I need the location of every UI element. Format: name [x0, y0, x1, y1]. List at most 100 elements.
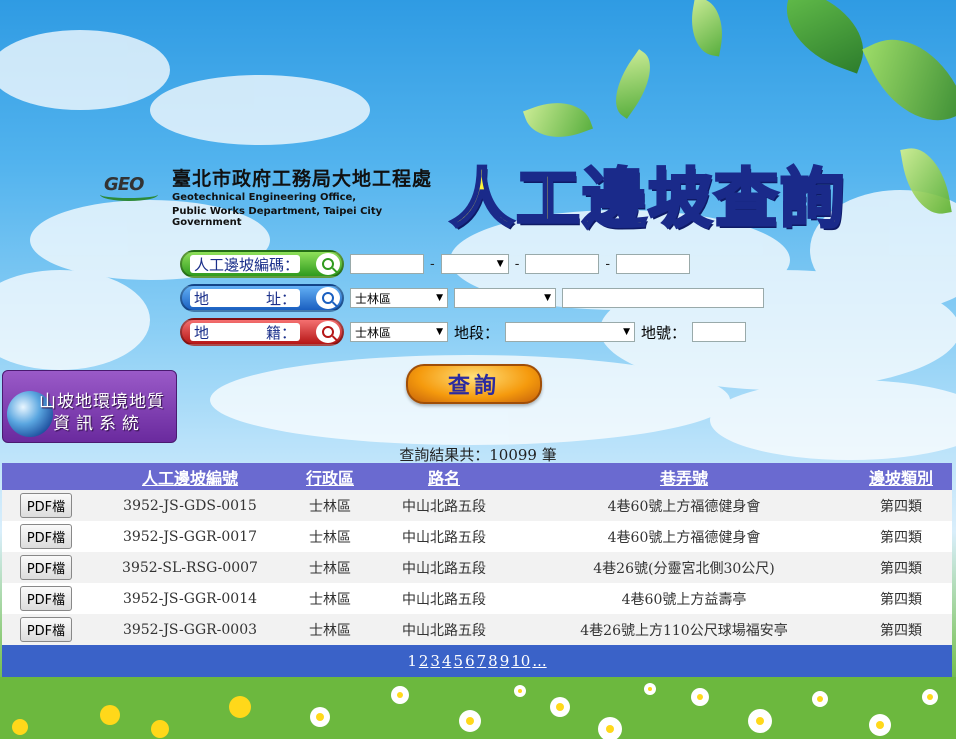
leaf-decoration [685, 0, 729, 57]
cell-lane: 4巷60號上方福德健身會 [607, 498, 761, 515]
code-label: 人工邊坡編碼： [190, 255, 300, 274]
cell-road: 中山北路五段 [402, 591, 486, 608]
magnifier-icon [316, 287, 340, 309]
flower-field-decoration [0, 677, 956, 739]
results-table: 人工邊坡編號 行政區 路名 巷弄號 邊坡類別 PDF檔 3952-JS-GDS-… [2, 463, 952, 677]
address-search-tab[interactable]: 地 址： [180, 284, 344, 312]
table-row: PDF檔 3952-JS-GGR-0003 士林區 中山北路五段 4巷26號上方… [2, 614, 952, 645]
cell-road: 中山北路五段 [402, 529, 486, 546]
cell-category: 第四類 [880, 498, 922, 515]
chevron-down-icon: ▼ [544, 293, 551, 303]
agency-name-en-line1: Geotechnical Engineering Office, [172, 192, 357, 203]
cell-district: 士林區 [309, 622, 351, 639]
address-label: 地 址： [190, 289, 300, 308]
result-count: 查詢結果共：10099 筆 [399, 446, 557, 464]
slope-geology-system-link[interactable]: 山坡地環境地質 資訊系統 [2, 370, 177, 443]
magnifier-icon [316, 321, 340, 343]
cell-road: 中山北路五段 [402, 498, 486, 515]
page-current: 1 [407, 652, 417, 670]
table-row: PDF檔 3952-SL-RSG-0007 士林區 中山北路五段 4巷26號(分… [2, 552, 952, 583]
page-link[interactable]: 7 [477, 652, 487, 670]
land-label-part1: 地 [194, 323, 210, 342]
cell-id: 3952-JS-GDS-0015 [123, 497, 257, 514]
leaf-decoration [862, 19, 956, 141]
pagination: 1 2 3 4 5 6 7 8 9 10 ... [2, 645, 952, 677]
search-by-land-row: 地 籍： 士林區 ▼ 地段： ▼ 地號： [180, 317, 747, 347]
address-label-part2: 址： [265, 289, 296, 308]
code-part3-input[interactable] [525, 254, 600, 274]
land-number-input[interactable] [692, 322, 747, 342]
cell-id: 3952-JS-GGR-0014 [122, 590, 258, 607]
code-part1-input[interactable] [350, 254, 424, 274]
code-part2-select[interactable]: ▼ [440, 254, 509, 274]
table-row: PDF檔 3952-JS-GGR-0017 士林區 中山北路五段 4巷60號上方… [2, 521, 952, 552]
table-header: 人工邊坡編號 行政區 路名 巷弄號 邊坡類別 [2, 463, 952, 490]
cell-lane: 4巷60號上方益壽亭 [621, 591, 747, 608]
chevron-down-icon: ▼ [623, 327, 631, 337]
page-link-more[interactable]: ... [532, 652, 546, 670]
agency-name-en-line2: Public Works Department, Taipei City Gov… [172, 206, 383, 228]
land-section-select[interactable]: ▼ [505, 322, 636, 342]
column-header-id[interactable]: 人工邊坡編號 [90, 465, 290, 489]
section-label: 地段： [454, 323, 500, 342]
dash-separator: - [514, 256, 520, 272]
agency-name-cn: 臺北市政府工務局大地工程處 [172, 168, 433, 190]
cell-category: 第四類 [880, 591, 922, 608]
leaf-decoration [522, 90, 594, 150]
magnifier-icon [316, 253, 340, 275]
land-label-part2: 籍： [265, 323, 296, 342]
cell-lane: 4巷26號(分靈宮北側30公尺) [593, 560, 775, 577]
page-link[interactable]: 6 [465, 652, 475, 670]
cell-district: 士林區 [309, 498, 351, 515]
page-title: 人工邊坡查詢 [449, 162, 846, 239]
page-link[interactable]: 4 [442, 652, 452, 670]
column-header-category[interactable]: 邊坡類別 [850, 465, 952, 489]
land-search-tab[interactable]: 地 籍： [180, 318, 344, 346]
side-banner-line2: 資訊系統 [53, 414, 145, 434]
cell-id: 3952-SL-RSG-0007 [122, 559, 258, 576]
agency-logo: GEO 臺北市政府工務局大地工程處 Geotechnical Engineeri… [99, 164, 444, 228]
land-district-select[interactable]: 士林區 ▼ [350, 322, 448, 342]
page-link[interactable]: 2 [419, 652, 429, 670]
code-search-tab[interactable]: 人工邊坡編碼： [180, 250, 344, 278]
land-label: 地 籍： [190, 323, 300, 342]
pdf-button[interactable]: PDF檔 [19, 555, 73, 580]
address-district-select[interactable]: 士林區 ▼ [350, 288, 448, 308]
page-link[interactable]: 5 [454, 652, 464, 670]
code-part4-input[interactable] [616, 254, 691, 274]
cell-district: 士林區 [309, 560, 351, 577]
cell-lane: 4巷60號上方福德健身會 [607, 529, 761, 546]
search-by-code-row: 人工邊坡編碼： - ▼ - - [180, 249, 691, 279]
address-road-select[interactable]: ▼ [454, 288, 556, 308]
table-row: PDF檔 3952-JS-GDS-0015 士林區 中山北路五段 4巷60號上方… [2, 490, 952, 521]
page-link[interactable]: 9 [500, 652, 510, 670]
cell-id: 3952-JS-GGR-0003 [122, 621, 258, 638]
address-detail-input[interactable] [562, 288, 764, 308]
cell-road: 中山北路五段 [402, 560, 486, 577]
pdf-button[interactable]: PDF檔 [19, 524, 73, 549]
geo-logo-mark: GEO [99, 174, 159, 201]
chevron-down-icon: ▼ [496, 259, 504, 269]
cell-lane: 4巷26號上方110公尺球場福安亭 [580, 622, 788, 639]
pdf-button[interactable]: PDF檔 [19, 493, 73, 518]
column-header-road[interactable]: 路名 [370, 465, 518, 489]
cell-road: 中山北路五段 [402, 622, 486, 639]
cell-category: 第四類 [880, 560, 922, 577]
cell-category: 第四類 [880, 529, 922, 546]
pdf-button[interactable]: PDF檔 [19, 586, 73, 611]
column-header-district[interactable]: 行政區 [290, 465, 370, 489]
pdf-button[interactable]: PDF檔 [19, 617, 73, 642]
land-district-value: 士林區 [355, 325, 392, 340]
address-label-part1: 地 [194, 289, 210, 308]
chevron-down-icon: ▼ [436, 293, 443, 303]
leaf-decoration [900, 143, 952, 219]
page-link[interactable]: 3 [430, 652, 440, 670]
leaf-decoration [772, 0, 878, 74]
chevron-down-icon: ▼ [436, 327, 443, 337]
query-button[interactable]: 查詢 [406, 364, 542, 404]
address-district-value: 士林區 [355, 291, 392, 306]
page-link[interactable]: 10 [511, 652, 530, 670]
column-header-lane[interactable]: 巷弄號 [518, 465, 850, 489]
leaf-decoration [602, 49, 664, 119]
page-link[interactable]: 8 [488, 652, 498, 670]
